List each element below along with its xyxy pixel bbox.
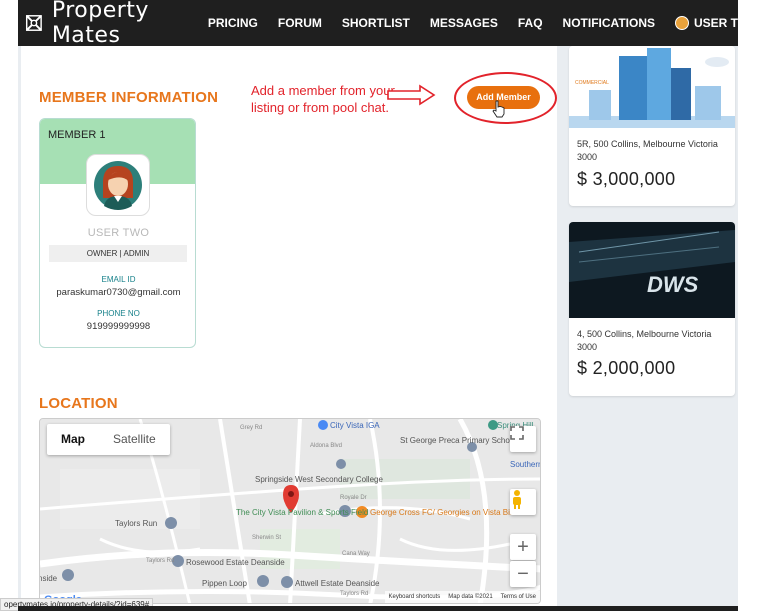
street-label: Grey Rd: [240, 425, 262, 431]
street-label: Taylors Rd: [340, 591, 368, 597]
street-view-pegman[interactable]: [510, 489, 536, 515]
map-label: Taylors Run: [115, 519, 157, 528]
phone-label: PHONE NO: [97, 309, 140, 318]
main-nav: PRICING FORUM SHORTLIST MESSAGES FAQ NOT…: [208, 16, 738, 30]
hand-cursor-icon: [492, 100, 505, 118]
zoom-out-button[interactable]: −: [510, 561, 536, 587]
map-label: Southern C: [510, 460, 541, 469]
map-tab-satellite[interactable]: Satellite: [99, 424, 170, 455]
listing-badge: COMMERCIAL: [575, 80, 609, 86]
map-label: George Cross FC/ Georgies on Vista Bistr…: [370, 508, 524, 517]
street-label: Sherwin St: [252, 535, 281, 541]
nav-pricing[interactable]: PRICING: [208, 16, 258, 30]
user-menu[interactable]: USER T: [674, 16, 738, 30]
map-label: Springside West Secondary College: [255, 475, 383, 484]
member-name: USER TWO: [87, 227, 150, 239]
map-label: Attwell Estate Deanside: [295, 579, 380, 588]
keyboard-shortcuts-link[interactable]: Keyboard shortcuts: [389, 594, 441, 600]
member-section-title: MEMBER INFORMATION: [39, 89, 219, 106]
bottom-bar: [18, 606, 738, 611]
svg-text:nside: nside: [40, 574, 58, 583]
email-label: EMAIL ID: [101, 275, 136, 284]
annotation-arrow-icon: [387, 84, 436, 106]
nav-messages[interactable]: MESSAGES: [430, 16, 498, 30]
member-role-badge: OWNER | ADMIN: [49, 245, 187, 262]
member-card: MEMBER 1 USER TWO OWNER | ADMIN EMAIL ID…: [39, 118, 196, 348]
member-email[interactable]: paraskumar0730@gmail.com: [40, 287, 195, 298]
listing-address: 5R, 500 Collins, Melbourne Victoria 3000: [577, 139, 718, 162]
nav-shortlist[interactable]: SHORTLIST: [342, 16, 410, 30]
map-footer: Keyboard shortcuts Map data ©2021 Terms …: [384, 591, 540, 603]
listing-image: COMMERCIAL: [569, 46, 735, 128]
map-tab-map[interactable]: Map: [47, 424, 99, 455]
member-avatar: [86, 154, 150, 216]
listing-image: DWS: [569, 222, 735, 318]
top-nav-bar: Property Mates PRICING FORUM SHORTLIST M…: [18, 0, 738, 48]
listing-image-text: DWS: [647, 272, 699, 297]
map-data-credit: Map data ©2021: [448, 594, 493, 600]
location-section-title: LOCATION: [39, 395, 118, 412]
user-avatar-icon: [674, 16, 689, 30]
map-type-toggle: Map Satellite: [47, 424, 170, 455]
street-label: Cana Way: [342, 551, 370, 557]
street-label: Aldona Blvd: [310, 443, 342, 449]
listing-price: $ 3,000,000: [577, 169, 676, 189]
brand-name: Property Mates: [51, 0, 149, 48]
map-label: Pippen Loop: [202, 579, 247, 588]
nav-faq[interactable]: FAQ: [518, 16, 543, 30]
listing-price: $ 2,000,000: [577, 358, 676, 378]
map-label: City Vista IGA: [330, 421, 380, 430]
pegman-icon: [513, 490, 521, 509]
page: Property Mates PRICING FORUM SHORTLIST M…: [0, 0, 768, 611]
street-label: Taylors Rd: [146, 558, 174, 564]
listing-card[interactable]: DWS 4, 500 Collins, Melbourne Victoria 3…: [569, 222, 735, 396]
nav-forum[interactable]: FORUM: [278, 16, 322, 30]
left-border: [18, 46, 21, 606]
map-label: Rosewood Estate Deanside: [186, 558, 285, 567]
brand-logo-icon: [25, 15, 42, 31]
user-label: USER T: [693, 16, 738, 30]
member-phone[interactable]: 919999999998: [40, 321, 195, 332]
fullscreen-button[interactable]: [510, 426, 536, 452]
brand[interactable]: Property Mates: [24, 0, 208, 48]
terms-link[interactable]: Terms of Use: [501, 594, 536, 600]
add-member-annotation: Add a member from your listing or from p…: [251, 83, 395, 115]
street-label: Royale Dr: [340, 495, 367, 501]
map-label: St George Preca Primary School: [400, 436, 516, 445]
listings-sidebar: COMMERCIAL 5R, 500 Collins, Melbourne Vi…: [557, 46, 738, 606]
listing-address: 4, 500 Collins, Melbourne Victoria 3000: [577, 329, 712, 352]
nav-notifications[interactable]: NOTIFICATIONS: [563, 16, 655, 30]
zoom-in-button[interactable]: +: [510, 534, 536, 560]
fullscreen-icon: [510, 426, 524, 440]
map-label: The City Vista Pavilion & Sports Field: [236, 508, 368, 517]
location-map[interactable]: City Vista IGA Spring Hill St George Pre…: [39, 418, 541, 604]
listing-card[interactable]: COMMERCIAL 5R, 500 Collins, Melbourne Vi…: [569, 46, 735, 206]
member-label: MEMBER 1: [48, 129, 106, 141]
member-avatar-icon: [94, 161, 142, 210]
